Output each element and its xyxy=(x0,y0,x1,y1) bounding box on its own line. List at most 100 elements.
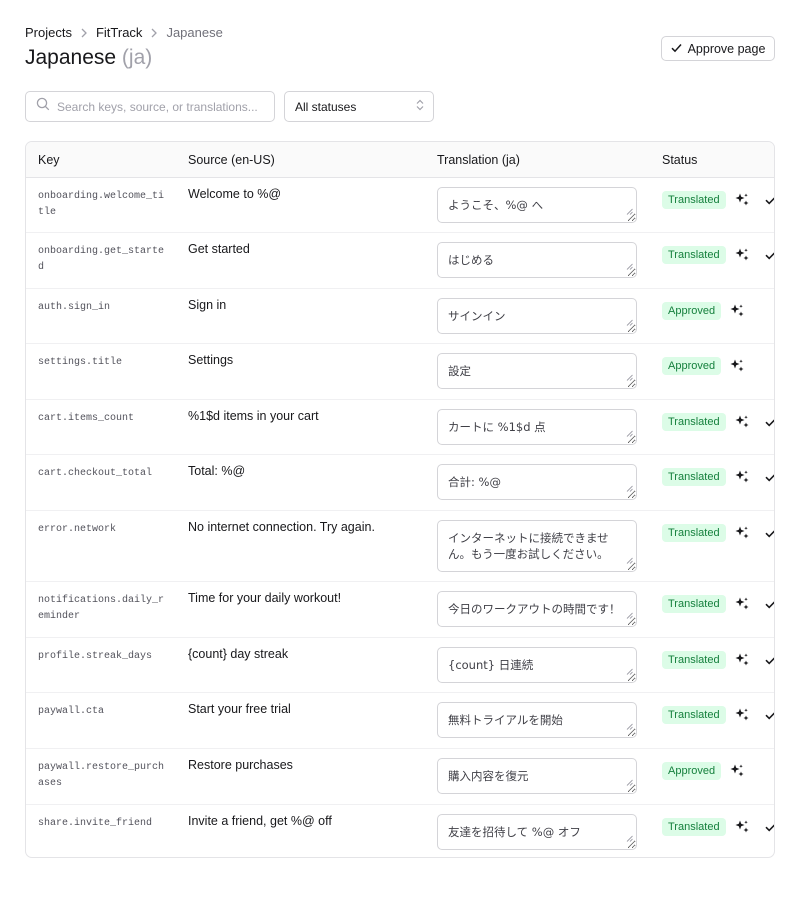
table-header: Key Source (en-US) Translation (ja) Stat… xyxy=(26,142,774,178)
resize-grip-icon[interactable] xyxy=(626,774,633,790)
chevron-right-icon xyxy=(150,28,158,38)
row-source: Time for your daily workout! xyxy=(188,591,342,605)
translation-input[interactable]: カートに %1$d 点 xyxy=(437,409,637,445)
row-source: Sign in xyxy=(188,298,227,312)
header-status: Status xyxy=(662,153,698,167)
status-badge: Translated xyxy=(662,595,726,613)
row-key: error.network xyxy=(38,524,117,535)
row-status: Translated xyxy=(662,651,774,669)
translation-input[interactable]: 今日のワークアウトの時間です！ xyxy=(437,591,637,627)
sparkles-icon[interactable] xyxy=(734,247,750,263)
breadcrumb-language: Japanese xyxy=(166,25,223,40)
check-icon[interactable] xyxy=(764,195,774,205)
row-source: Start your free trial xyxy=(188,702,291,716)
resize-grip-icon[interactable] xyxy=(626,203,633,219)
row-key: onboarding.get_started xyxy=(38,246,165,273)
status-filter-value: All statuses xyxy=(295,99,357,114)
translation-input[interactable]: 友達を招待して %@ オフ xyxy=(437,814,637,850)
check-icon[interactable] xyxy=(764,710,774,720)
row-status: Approved xyxy=(662,357,745,375)
sparkles-icon[interactable] xyxy=(734,192,750,208)
breadcrumb-app[interactable]: FitTrack xyxy=(96,25,142,40)
translation-text: 友達を招待して %@ オフ xyxy=(448,825,581,839)
check-icon[interactable] xyxy=(764,822,774,832)
row-status: Translated xyxy=(662,468,774,486)
row-status: Translated xyxy=(662,524,774,542)
table-row: cart.items_count %1$d items in your cart カ… xyxy=(26,400,774,455)
sparkles-icon[interactable] xyxy=(734,469,750,485)
translation-text: 設定 xyxy=(448,364,471,378)
status-badge: Translated xyxy=(662,524,726,542)
resize-grip-icon[interactable] xyxy=(626,718,633,734)
translation-input[interactable]: 合計: %@ xyxy=(437,464,637,500)
header-translation: Translation (ja) xyxy=(437,153,520,167)
translation-input[interactable]: サインイン xyxy=(437,298,637,334)
sparkles-icon[interactable] xyxy=(734,414,750,430)
row-key: profile.streak_days xyxy=(38,651,153,662)
sparkles-icon[interactable] xyxy=(729,358,745,374)
resize-grip-icon[interactable] xyxy=(626,607,633,623)
table-row: error.network No internet connection. Try… xyxy=(26,511,774,582)
resize-grip-icon[interactable] xyxy=(626,552,633,568)
table-row: onboarding.get_started Get started はじめる Tra… xyxy=(26,233,774,289)
resize-grip-icon[interactable] xyxy=(626,425,633,441)
row-source: Restore purchases xyxy=(188,758,293,772)
resize-grip-icon[interactable] xyxy=(626,314,633,330)
resize-grip-icon[interactable] xyxy=(626,258,633,274)
translation-input[interactable]: 無料トライアルを開始 xyxy=(437,702,637,738)
translation-input[interactable]: {count} 日連続 xyxy=(437,647,637,683)
translations-table: Key Source (en-US) Translation (ja) Stat… xyxy=(25,141,775,858)
table-row: auth.sign_in Sign in サインイン Approved xyxy=(26,289,774,344)
sparkles-icon[interactable] xyxy=(729,303,745,319)
row-key: cart.checkout_total xyxy=(38,468,153,479)
resize-grip-icon[interactable] xyxy=(626,663,633,679)
page-title: Japanese (ja) xyxy=(25,46,152,70)
translation-text: 合計: %@ xyxy=(448,475,501,489)
sparkles-icon[interactable] xyxy=(734,819,750,835)
approve-page-button[interactable]: Approve page xyxy=(661,36,775,61)
sparkles-icon[interactable] xyxy=(734,596,750,612)
status-filter-select[interactable]: All statuses xyxy=(284,91,434,122)
check-icon xyxy=(671,42,682,56)
search-icon xyxy=(36,97,50,116)
translation-input[interactable]: はじめる xyxy=(437,242,637,278)
row-status: Translated xyxy=(662,706,774,724)
translation-input[interactable]: 設定 xyxy=(437,353,637,389)
check-icon[interactable] xyxy=(764,528,774,538)
check-icon[interactable] xyxy=(764,417,774,427)
resize-grip-icon[interactable] xyxy=(626,480,633,496)
status-badge: Approved xyxy=(662,357,722,375)
status-badge: Translated xyxy=(662,651,726,669)
status-badge: Approved xyxy=(662,302,722,320)
breadcrumb-projects[interactable]: Projects xyxy=(25,25,72,40)
header-key: Key xyxy=(38,153,60,167)
translation-input[interactable]: インターネットに接続できません。もう一度お試しください。 xyxy=(437,520,637,572)
resize-grip-icon[interactable] xyxy=(626,830,633,846)
sparkles-icon[interactable] xyxy=(734,652,750,668)
resize-grip-icon[interactable] xyxy=(626,369,633,385)
table-row: onboarding.welcome_title Welcome to %@ ようこ… xyxy=(26,178,774,233)
translation-input[interactable]: ようこそ、%@ へ xyxy=(437,187,637,223)
page-title-language: Japanese xyxy=(25,46,117,69)
row-key: paywall.cta xyxy=(38,706,105,717)
row-source: No internet connection. Try again. xyxy=(188,520,375,534)
status-badge: Translated xyxy=(662,706,726,724)
row-source: Total: %@ xyxy=(188,464,246,478)
check-icon[interactable] xyxy=(764,250,774,260)
sparkles-icon[interactable] xyxy=(734,707,750,723)
sparkles-icon[interactable] xyxy=(729,763,745,779)
check-icon[interactable] xyxy=(764,472,774,482)
row-key: auth.sign_in xyxy=(38,302,111,313)
search-input[interactable] xyxy=(57,99,257,114)
translation-text: インターネットに接続できません。もう一度お試しください。 xyxy=(448,531,609,561)
row-status: Translated xyxy=(662,595,774,613)
check-icon[interactable] xyxy=(764,655,774,665)
translation-input[interactable]: 購入内容を復元 xyxy=(437,758,637,794)
status-badge: Translated xyxy=(662,468,726,486)
table-row: profile.streak_days {count} day streak {co… xyxy=(26,638,774,693)
row-source: %1$d items in your cart xyxy=(188,409,319,423)
sparkles-icon[interactable] xyxy=(734,525,750,541)
check-icon[interactable] xyxy=(764,599,774,609)
approve-page-label: Approve page xyxy=(687,41,766,56)
row-status: Translated xyxy=(662,246,774,264)
